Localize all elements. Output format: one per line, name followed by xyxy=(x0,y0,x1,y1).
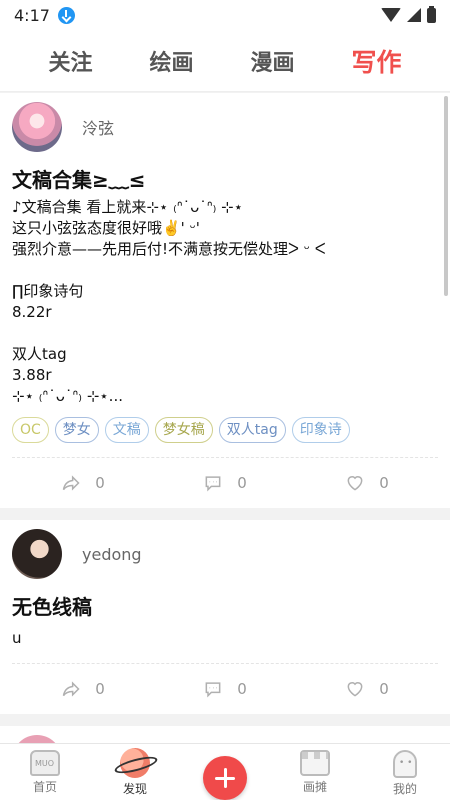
battery-icon xyxy=(427,5,436,23)
tag-chip[interactable]: 梦女 xyxy=(54,417,99,443)
like-count: 0 xyxy=(379,680,389,698)
planet-icon xyxy=(120,748,150,778)
avatar[interactable] xyxy=(12,529,62,579)
tag-chip[interactable]: 文稿 xyxy=(104,417,149,443)
tab-comics[interactable]: 漫画 xyxy=(238,45,306,77)
add-icon[interactable] xyxy=(203,756,247,800)
author-row[interactable] xyxy=(12,726,438,743)
nav-label: 我的 xyxy=(392,782,417,796)
tab-following[interactable]: 关注 xyxy=(36,45,104,77)
tab-writing[interactable]: 写作 xyxy=(339,43,413,79)
comment-button[interactable]: 0 xyxy=(154,473,296,493)
post-card[interactable]: yedong 无色线稿 u 0 0 0 xyxy=(0,520,450,714)
like-count: 0 xyxy=(379,474,389,492)
nav-discover[interactable]: 发现 xyxy=(100,744,170,797)
comment-icon xyxy=(205,682,221,698)
share-count: 0 xyxy=(95,680,105,698)
tag-chip[interactable]: 印象诗 xyxy=(291,417,350,443)
wifi-icon xyxy=(381,8,401,22)
tag-list: OC 梦女 文稿 梦女稿 双人tag 印象诗 xyxy=(12,417,438,458)
category-tabs: 关注 绘画 漫画 写作 xyxy=(0,30,450,92)
post-actions: 0 0 0 xyxy=(12,458,438,508)
post-card[interactable]: 泠弦 文稿合集≥﹏≤ ♪文稿合集 看上就来⊹⋆ ₍ᐢ˙ᴗ˙ᐢ₎ ⊹⋆ 这只小弦弦… xyxy=(0,93,450,508)
like-button[interactable]: 0 xyxy=(296,473,438,493)
like-button[interactable]: 0 xyxy=(296,679,438,699)
download-icon xyxy=(57,6,75,24)
author-row[interactable]: 泠弦 xyxy=(12,93,438,161)
post-body[interactable]: u xyxy=(12,628,438,664)
tag-chip[interactable]: OC xyxy=(12,417,49,443)
post-card[interactable] xyxy=(0,726,450,743)
avatar[interactable] xyxy=(12,102,62,152)
heart-icon xyxy=(347,476,363,491)
tag-chip[interactable]: 梦女稿 xyxy=(154,417,213,443)
comment-button[interactable]: 0 xyxy=(154,679,296,699)
bottom-nav: 首页 发现 画摊 我的 xyxy=(0,743,450,800)
share-icon xyxy=(62,681,80,697)
share-icon xyxy=(62,475,80,491)
share-button[interactable]: 0 xyxy=(12,679,154,699)
comment-count: 0 xyxy=(237,680,247,698)
share-button[interactable]: 0 xyxy=(12,473,154,493)
status-bar: 4:17 xyxy=(0,0,450,30)
post-body[interactable]: ♪文稿合集 看上就来⊹⋆ ₍ᐢ˙ᴗ˙ᐢ₎ ⊹⋆ 这只小弦弦态度很好哦✌️' ᵕ'… xyxy=(12,197,438,407)
nav-home[interactable]: 首页 xyxy=(10,744,80,795)
nav-stall[interactable]: 画摊 xyxy=(280,744,350,795)
avatar[interactable] xyxy=(12,735,62,743)
comment-count: 0 xyxy=(237,474,247,492)
tab-painting[interactable]: 绘画 xyxy=(137,45,205,77)
home-icon xyxy=(30,750,60,776)
author-row[interactable]: yedong xyxy=(12,520,438,588)
stall-icon xyxy=(300,750,330,776)
post-title[interactable]: 文稿合集≥﹏≤ xyxy=(12,165,438,195)
share-count: 0 xyxy=(95,474,105,492)
signal-icon xyxy=(407,8,421,22)
nav-label: 画摊 xyxy=(302,780,327,794)
nav-profile[interactable]: 我的 xyxy=(370,744,440,797)
nav-add[interactable] xyxy=(190,744,260,800)
heart-icon xyxy=(347,682,363,697)
status-time: 4:17 xyxy=(14,5,50,25)
author-name[interactable]: yedong xyxy=(82,545,142,564)
nav-label: 发现 xyxy=(122,782,147,796)
comment-icon xyxy=(205,476,221,492)
author-name[interactable]: 泠弦 xyxy=(82,115,114,139)
nav-label: 首页 xyxy=(32,780,57,794)
tag-chip[interactable]: 双人tag xyxy=(218,417,286,443)
status-indicators xyxy=(381,5,436,23)
post-actions: 0 0 0 xyxy=(12,664,438,714)
feed-scrollbar[interactable] xyxy=(444,96,448,296)
post-feed[interactable]: 泠弦 文稿合集≥﹏≤ ♪文稿合集 看上就来⊹⋆ ₍ᐢ˙ᴗ˙ᐢ₎ ⊹⋆ 这只小弦弦… xyxy=(0,93,450,743)
post-title[interactable]: 无色线稿 xyxy=(12,592,438,622)
profile-icon xyxy=(393,750,417,778)
